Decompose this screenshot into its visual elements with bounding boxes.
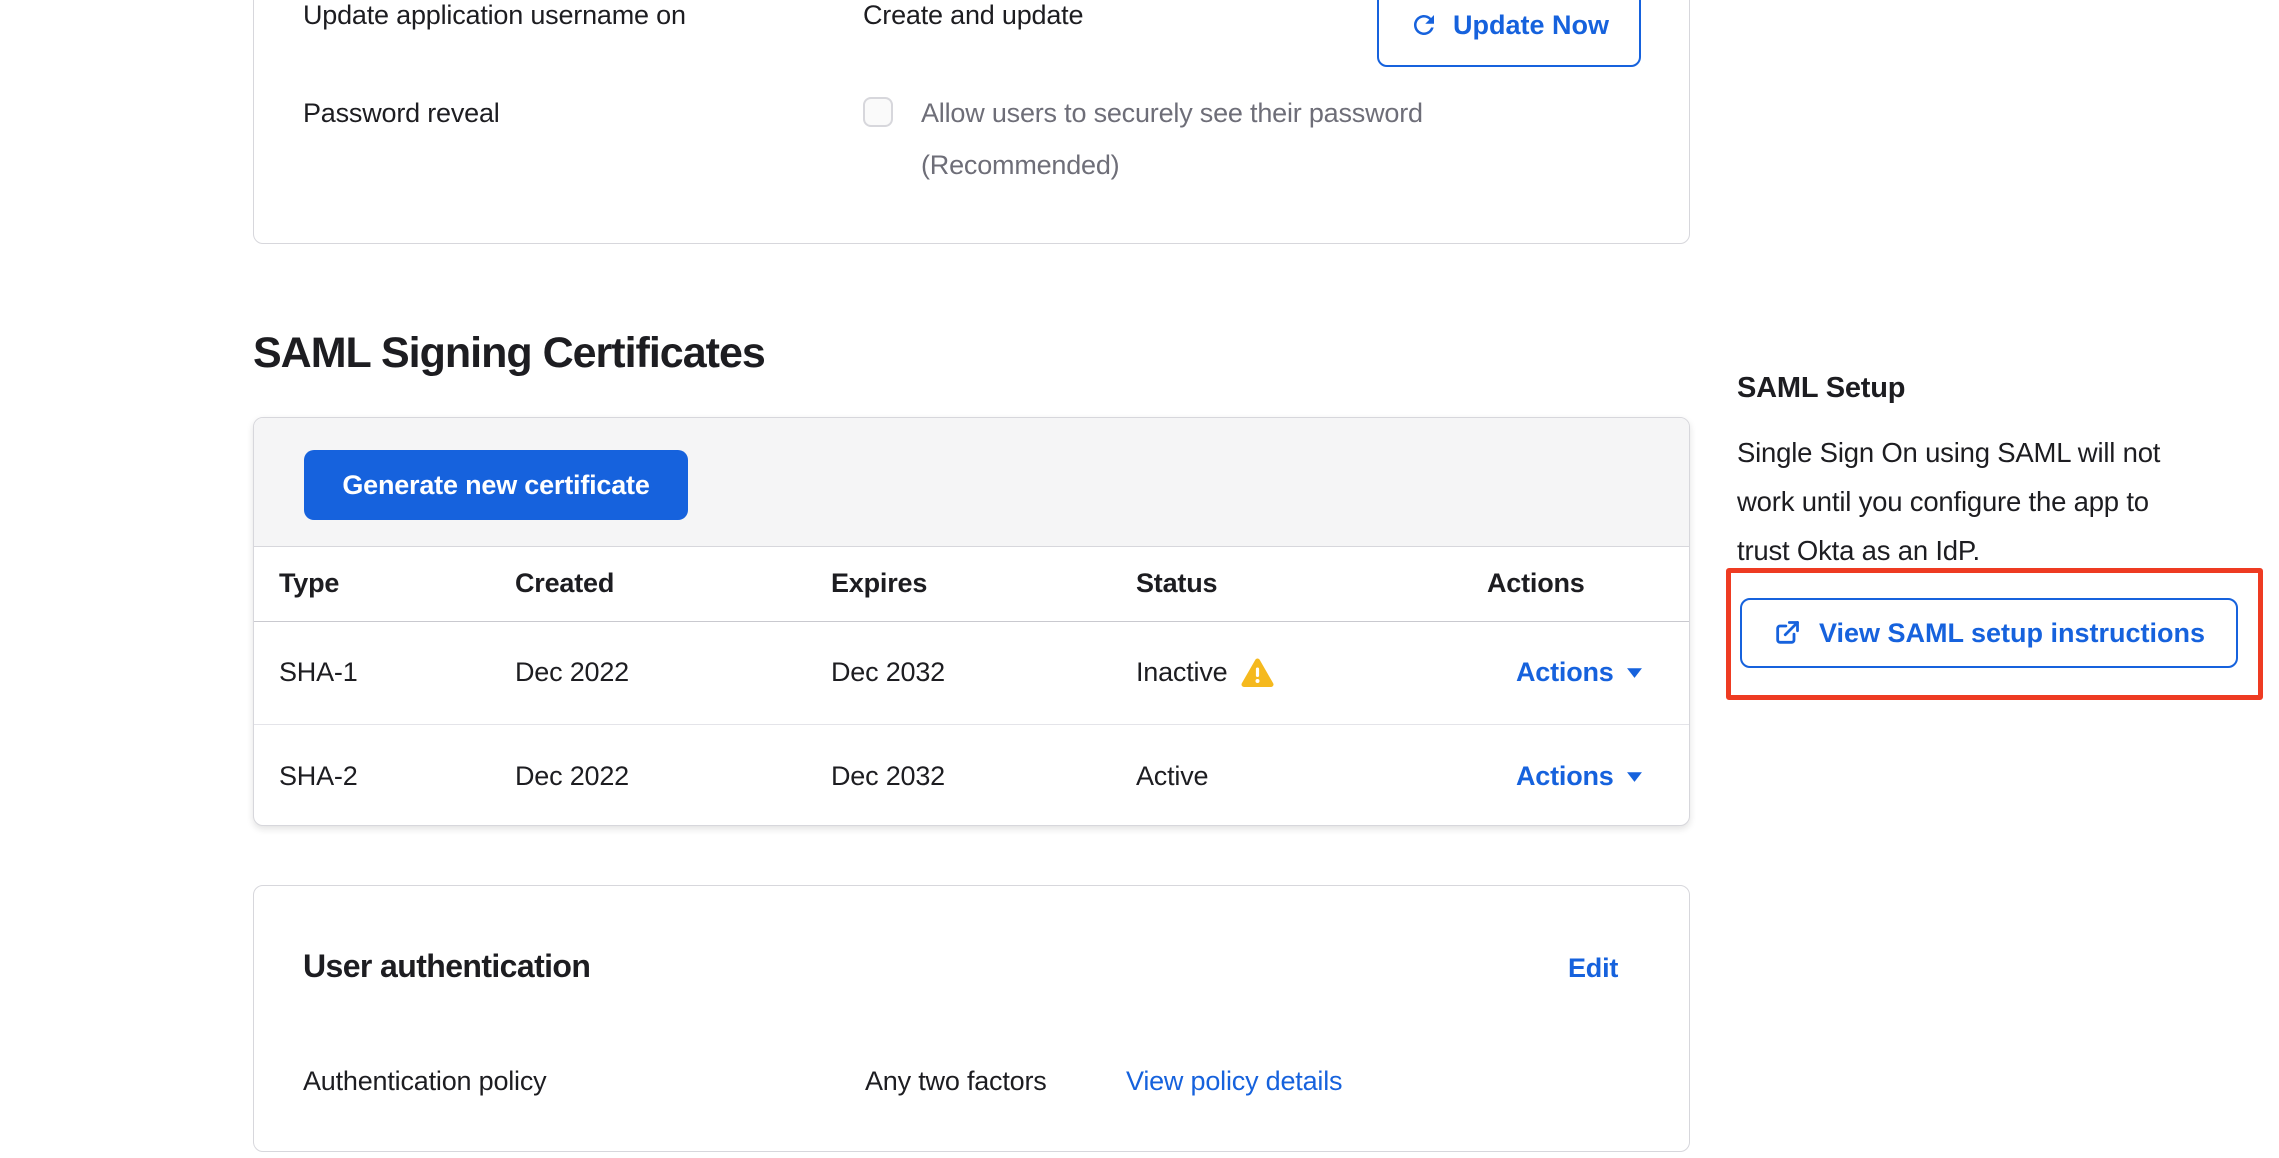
cert-status-text: Active <box>1136 761 1208 792</box>
update-username-label: Update application username on <box>303 0 686 31</box>
okta-app-sign-on-settings-page: Update application username on Create an… <box>0 0 2279 1158</box>
actions-label: Actions <box>1516 761 1614 792</box>
authentication-policy-value: Any two factors <box>865 1065 1047 1097</box>
authentication-policy-label: Authentication policy <box>303 1065 546 1097</box>
certificates-table-header: Type Created Expires Status Actions <box>254 546 1689 622</box>
update-now-label: Update Now <box>1453 10 1609 41</box>
external-link-icon <box>1773 619 1801 647</box>
generate-new-certificate-button[interactable]: Generate new certificate <box>304 450 688 520</box>
caret-down-icon <box>1626 666 1643 679</box>
user-authentication-card: User authentication Edit Authentication … <box>253 885 1690 1152</box>
user-authentication-heading: User authentication <box>303 946 590 986</box>
saml-setup-description: Single Sign On using SAML will not work … <box>1737 428 2277 575</box>
cert-created: Dec 2022 <box>515 621 629 724</box>
cert-expires: Dec 2032 <box>831 725 945 826</box>
view-saml-setup-instructions-label: View SAML setup instructions <box>1819 618 2205 649</box>
saml-certificates-panel: Generate new certificate Type Created Ex… <box>253 417 1690 826</box>
certificate-row-sha1: SHA-1 Dec 2022 Dec 2032 Inactive Actions <box>254 621 1689 724</box>
password-reveal-label: Password reveal <box>303 97 500 129</box>
certificate-actions-dropdown[interactable]: Actions <box>1516 657 1643 688</box>
cert-expires: Dec 2032 <box>831 621 945 724</box>
edit-link[interactable]: Edit <box>1568 952 1618 984</box>
column-header-actions: Actions <box>1487 546 1585 621</box>
actions-label: Actions <box>1516 657 1614 688</box>
password-reveal-description-line2: (Recommended) <box>921 150 1119 180</box>
cert-type: SHA-1 <box>279 621 358 724</box>
refresh-icon <box>1409 10 1439 40</box>
password-reveal-checkbox[interactable] <box>863 97 893 127</box>
saml-signing-certificates-heading: SAML Signing Certificates <box>253 327 765 379</box>
update-username-value: Create and update <box>863 0 1083 31</box>
view-saml-setup-instructions-button[interactable]: View SAML setup instructions <box>1740 598 2238 668</box>
view-policy-details-link[interactable]: View policy details <box>1126 1065 1342 1097</box>
update-now-button[interactable]: Update Now <box>1377 0 1641 67</box>
column-header-created: Created <box>515 546 614 621</box>
warning-icon <box>1241 658 1274 688</box>
certificates-toolbar: Generate new certificate <box>254 418 1689 547</box>
description-line: work until you configure the app to <box>1737 477 2277 526</box>
column-header-type: Type <box>279 546 339 621</box>
sign-on-settings-card: Update application username on Create an… <box>253 0 1690 244</box>
description-line: Single Sign On using SAML will not <box>1737 428 2277 477</box>
saml-setup-heading: SAML Setup <box>1737 368 1905 408</box>
caret-down-icon <box>1626 770 1643 783</box>
column-header-expires: Expires <box>831 546 927 621</box>
password-reveal-description-line1: Allow users to securely see their passwo… <box>921 98 1423 128</box>
column-header-status: Status <box>1136 546 1217 621</box>
cert-created: Dec 2022 <box>515 725 629 826</box>
certificate-actions-dropdown[interactable]: Actions <box>1516 761 1643 792</box>
cert-status: Inactive <box>1136 621 1274 724</box>
cert-status-text: Inactive <box>1136 657 1227 688</box>
certificate-row-sha2: SHA-2 Dec 2022 Dec 2032 Active Actions <box>254 724 1689 826</box>
cert-status: Active <box>1136 725 1208 826</box>
cert-type: SHA-2 <box>279 725 358 826</box>
